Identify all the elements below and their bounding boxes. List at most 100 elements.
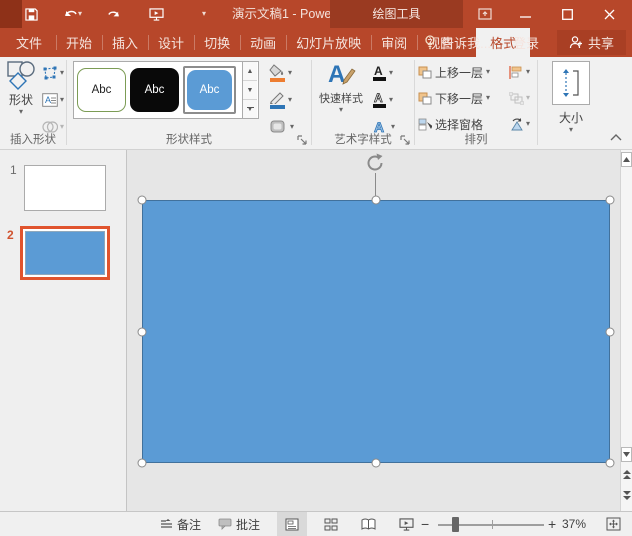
start-slideshow-button[interactable] [144, 0, 168, 28]
resize-handle-middle-left[interactable] [138, 328, 147, 337]
shape-style-gallery: Abc Abc Abc ▲ ▼ ▼ [73, 61, 259, 119]
previous-slide-button[interactable] [621, 466, 632, 483]
next-slide-button[interactable] [621, 486, 632, 503]
resize-handle-middle-right[interactable] [606, 328, 615, 337]
minimize-button[interactable] [508, 0, 542, 28]
zoom-in-button[interactable]: + [548, 512, 556, 536]
share-button[interactable]: 共享 [557, 30, 626, 55]
tab-home[interactable]: 开始 [56, 28, 102, 57]
slide-2-thumbnail-selected[interactable] [20, 226, 110, 280]
main-area: 1 2 [0, 150, 632, 511]
close-button[interactable] [592, 0, 626, 28]
group-label-insert-shapes: 插入形状 [0, 131, 66, 147]
tell-me-box[interactable]: 告诉我... [424, 33, 491, 52]
send-backward-icon [418, 92, 432, 105]
view-reading-button[interactable] [353, 512, 383, 536]
group-objects-button[interactable]: ▾ [509, 86, 530, 110]
edit-shape-button[interactable]: ▾ [42, 61, 64, 85]
slide-1-thumbnail[interactable] [24, 165, 106, 211]
sign-in-button[interactable]: 登录 [513, 33, 539, 52]
scroll-up-button[interactable] [621, 152, 632, 167]
gallery-scroll-down[interactable]: ▼ [243, 81, 257, 100]
fit-slide-to-window-button[interactable] [606, 512, 621, 536]
text-fill-button[interactable]: A ▾ [372, 60, 395, 85]
gallery-more-button[interactable]: ▼ [243, 100, 257, 118]
tab-animations[interactable]: 动画 [240, 28, 286, 57]
text-outline-button[interactable]: A ▾ [372, 87, 395, 112]
shape-style-option-1[interactable]: Abc [77, 68, 126, 112]
save-button[interactable] [20, 0, 42, 28]
shapes-dropdown: ▾ [19, 108, 23, 116]
group-size: 大小 ▾ [538, 57, 604, 150]
resize-handle-top-right[interactable] [606, 196, 615, 205]
view-normal-button[interactable] [277, 512, 307, 536]
repeat-icon [107, 8, 120, 21]
repeat-button[interactable] [102, 0, 124, 28]
slide-2-number: 2 [7, 228, 14, 242]
shape-fill-icon [269, 64, 285, 77]
collapse-ribbon-button[interactable] [610, 133, 624, 145]
bring-forward-label: 上移一层 [435, 64, 483, 81]
slide-canvas[interactable] [127, 150, 620, 511]
bring-forward-dropdown: ▾ [486, 68, 490, 76]
wordart-dialog-launcher[interactable] [400, 135, 411, 146]
customize-qat-button[interactable]: ▾ [194, 0, 214, 28]
align-button[interactable]: ▾ [509, 60, 530, 84]
maximize-button[interactable] [550, 0, 584, 28]
shape-effects-dropdown: ▾ [290, 123, 294, 131]
undo-dropdown[interactable]: ▾ [78, 10, 82, 18]
slide-1-number: 1 [10, 163, 17, 177]
resize-handle-top-center[interactable] [372, 196, 381, 205]
svg-text:A: A [374, 65, 383, 76]
group-objects-dropdown: ▾ [526, 94, 530, 102]
shape-outline-button[interactable]: ▾ [269, 87, 294, 112]
resize-handle-bottom-center[interactable] [372, 459, 381, 468]
size-button[interactable]: 大小 ▾ [546, 61, 596, 134]
ribbon-display-options-button[interactable] [468, 0, 502, 28]
rotate-handle[interactable] [364, 152, 386, 174]
tab-row-right: 告诉我... 登录 共享 [424, 28, 632, 57]
resize-handle-top-left[interactable] [138, 196, 147, 205]
gallery-scroll-up[interactable]: ▲ [243, 62, 257, 81]
view-slideshow-button[interactable] [391, 512, 421, 536]
shape-style-option-3-selected[interactable]: Abc [187, 70, 232, 110]
powerpoint-window: ▾ ▾ 演示文稿1 - PowerPoint 绘图工具 文件 开始 插入 设计 [0, 0, 632, 536]
undo-button[interactable]: ▾ [60, 0, 86, 28]
zoom-slider-handle[interactable] [452, 517, 459, 532]
shape-fill-button[interactable]: ▾ [269, 60, 294, 85]
send-backward-button[interactable]: 下移一层 ▾ [418, 86, 490, 110]
notes-icon [160, 518, 173, 530]
tab-insert[interactable]: 插入 [102, 28, 148, 57]
app-icon[interactable] [0, 0, 22, 28]
view-slide-sorter-button[interactable] [316, 512, 346, 536]
zoom-percentage[interactable]: 37% [562, 512, 586, 536]
text-box-button[interactable]: A ▾ [42, 88, 64, 112]
bring-forward-icon [418, 66, 432, 79]
bring-forward-button[interactable]: 上移一层 ▾ [418, 60, 490, 84]
tab-design[interactable]: 设计 [148, 28, 194, 57]
ribbon-display-icon [478, 8, 492, 20]
scroll-down-button[interactable] [621, 447, 632, 462]
resize-handle-bottom-left[interactable] [138, 459, 147, 468]
group-insert-shapes: 形状 ▾ ▾ A ▾ ▾ 插入形状 [0, 57, 66, 150]
shape-style-option-2[interactable]: Abc [130, 68, 179, 112]
send-backward-dropdown: ▾ [486, 94, 490, 102]
notes-button[interactable]: 备注 [160, 512, 201, 536]
view-reading-icon [361, 518, 376, 531]
tab-transitions[interactable]: 切换 [194, 28, 240, 57]
shapes-button[interactable]: 形状 ▾ [2, 60, 40, 132]
vertical-scrollbar[interactable] [620, 150, 632, 511]
shape-outline-swatch [270, 105, 285, 109]
status-bar: 备注 批注 − + 37% [0, 511, 632, 536]
comments-button[interactable]: 批注 [218, 512, 260, 536]
shape-styles-dialog-launcher[interactable] [297, 135, 308, 146]
selected-rectangle-shape[interactable] [142, 200, 610, 463]
tab-review[interactable]: 审阅 [371, 28, 417, 57]
size-icon [560, 68, 582, 98]
resize-handle-bottom-right[interactable] [606, 459, 615, 468]
lightbulb-icon [424, 35, 436, 50]
tab-file[interactable]: 文件 [2, 28, 56, 57]
tab-slideshow[interactable]: 幻灯片放映 [286, 28, 371, 57]
view-slideshow-icon [399, 518, 414, 531]
zoom-out-button[interactable]: − [421, 512, 429, 536]
